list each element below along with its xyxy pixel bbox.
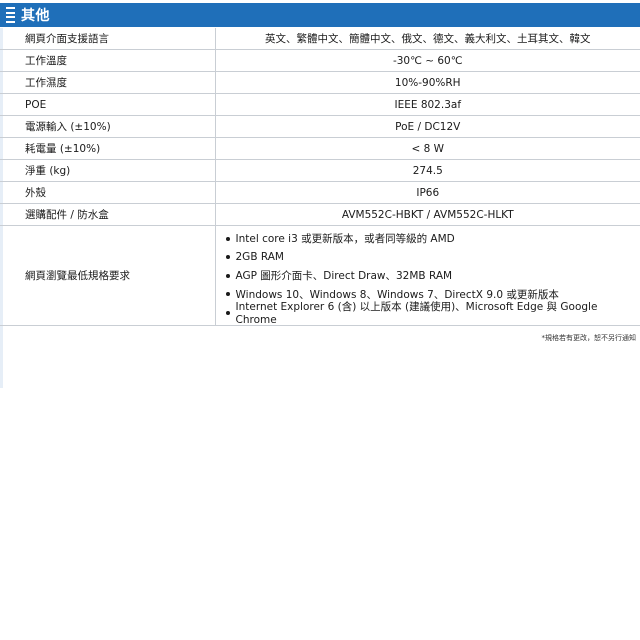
- spec-label: 網頁介面支援語言: [0, 28, 216, 50]
- section-header: 其他: [0, 3, 640, 27]
- spec-label: 選購配件 / 防水盒: [0, 203, 216, 226]
- bullet-icon: [225, 236, 230, 241]
- spec-value: 274.5: [215, 159, 640, 182]
- spec-value: PoE / DC12V: [215, 115, 640, 138]
- spec-row-poe: POE IEEE 802.3af: [0, 93, 640, 116]
- spec-label: 淨重 (kg): [0, 159, 216, 182]
- list-item: Internet Explorer 6 (含) 以上版本 (建議使用)、Micr…: [225, 301, 640, 326]
- spec-row-power-input: 電源輸入 (±10%) PoE / DC12V: [0, 115, 640, 138]
- bullet-icon: [225, 273, 230, 278]
- spec-row-accessories: 選購配件 / 防水盒 AVM552C-HBKT / AVM552C-HLKT: [0, 203, 640, 226]
- list-item: 2GB RAM: [225, 248, 640, 267]
- spec-value: IP66: [215, 181, 640, 204]
- requirements-list: Intel core i3 或更新版本，或者同等級的 AMD 2GB RAM A…: [216, 229, 640, 326]
- spec-label: 外殼: [0, 181, 216, 204]
- spec-row-net-weight: 淨重 (kg) 274.5: [0, 159, 640, 182]
- list-item-text: 2GB RAM: [235, 251, 284, 263]
- bullet-icon: [225, 310, 230, 315]
- section-bar-icon: [6, 7, 15, 23]
- list-item: AGP 圖形介面卡、Direct Draw、32MB RAM: [225, 266, 640, 285]
- spec-label: 工作濕度: [0, 71, 216, 94]
- list-item-text: AGP 圖形介面卡、Direct Draw、32MB RAM: [235, 270, 453, 282]
- spec-label: 工作溫度: [0, 49, 216, 72]
- spec-row-temperature: 工作溫度 -30℃ ~ 60℃: [0, 49, 640, 72]
- spec-page: 其他 網頁介面支援語言 英文、繁體中文、簡體中文、俄文、德文、義大利文、土耳其文…: [0, 0, 640, 640]
- section-title: 其他: [21, 8, 50, 24]
- list-item: Intel core i3 或更新版本，或者同等級的 AMD: [225, 229, 640, 248]
- list-item-text: Internet Explorer 6 (含) 以上版本 (建議使用)、Micr…: [235, 301, 598, 326]
- spec-label: 網頁瀏覽最低規格要求: [0, 225, 216, 326]
- spec-value: AVM552C-HBKT / AVM552C-HLKT: [215, 203, 640, 226]
- spec-value: -30℃ ~ 60℃: [215, 49, 640, 72]
- footnote: *規格若有更改，恕不另行通知: [541, 334, 637, 342]
- spec-table: 網頁介面支援語言 英文、繁體中文、簡體中文、俄文、德文、義大利文、土耳其文、韓文…: [0, 28, 640, 326]
- spec-row-housing: 外殼 IP66: [0, 181, 640, 204]
- spec-value: Intel core i3 或更新版本，或者同等級的 AMD 2GB RAM A…: [215, 225, 640, 326]
- spec-row-languages: 網頁介面支援語言 英文、繁體中文、簡體中文、俄文、德文、義大利文、土耳其文、韓文: [0, 28, 640, 50]
- bullet-icon: [225, 292, 230, 296]
- spec-value: < 8 W: [215, 137, 640, 160]
- list-item-text: Intel core i3 或更新版本，或者同等級的 AMD: [235, 233, 455, 245]
- spec-row-browser-requirements: 網頁瀏覽最低規格要求 Intel core i3 或更新版本，或者同等級的 AM…: [0, 225, 640, 326]
- spec-label: 耗電量 (±10%): [0, 137, 216, 160]
- spec-value: 10%-90%RH: [215, 71, 640, 94]
- spec-value: 英文、繁體中文、簡體中文、俄文、德文、義大利文、土耳其文、韓文: [215, 28, 640, 50]
- bullet-icon: [225, 255, 230, 259]
- spec-row-power-consumption: 耗電量 (±10%) < 8 W: [0, 137, 640, 160]
- spec-row-humidity: 工作濕度 10%-90%RH: [0, 71, 640, 94]
- spec-label: POE: [0, 93, 216, 116]
- spec-label: 電源輸入 (±10%): [0, 115, 216, 138]
- spec-value: IEEE 802.3af: [215, 93, 640, 116]
